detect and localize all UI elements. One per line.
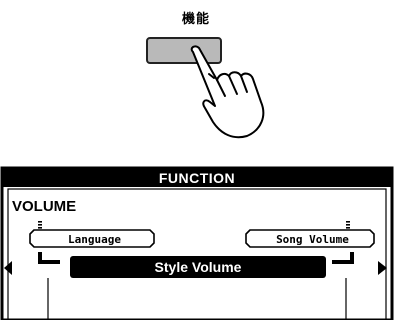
menu-item-language: Language [68,233,121,246]
lcd-title: FUNCTION [158,170,236,186]
menu-item-selected: Style Volume [154,259,242,275]
menu-item-song-volume: Song Volume [276,233,349,246]
lcd-category: VOLUME [12,198,77,215]
